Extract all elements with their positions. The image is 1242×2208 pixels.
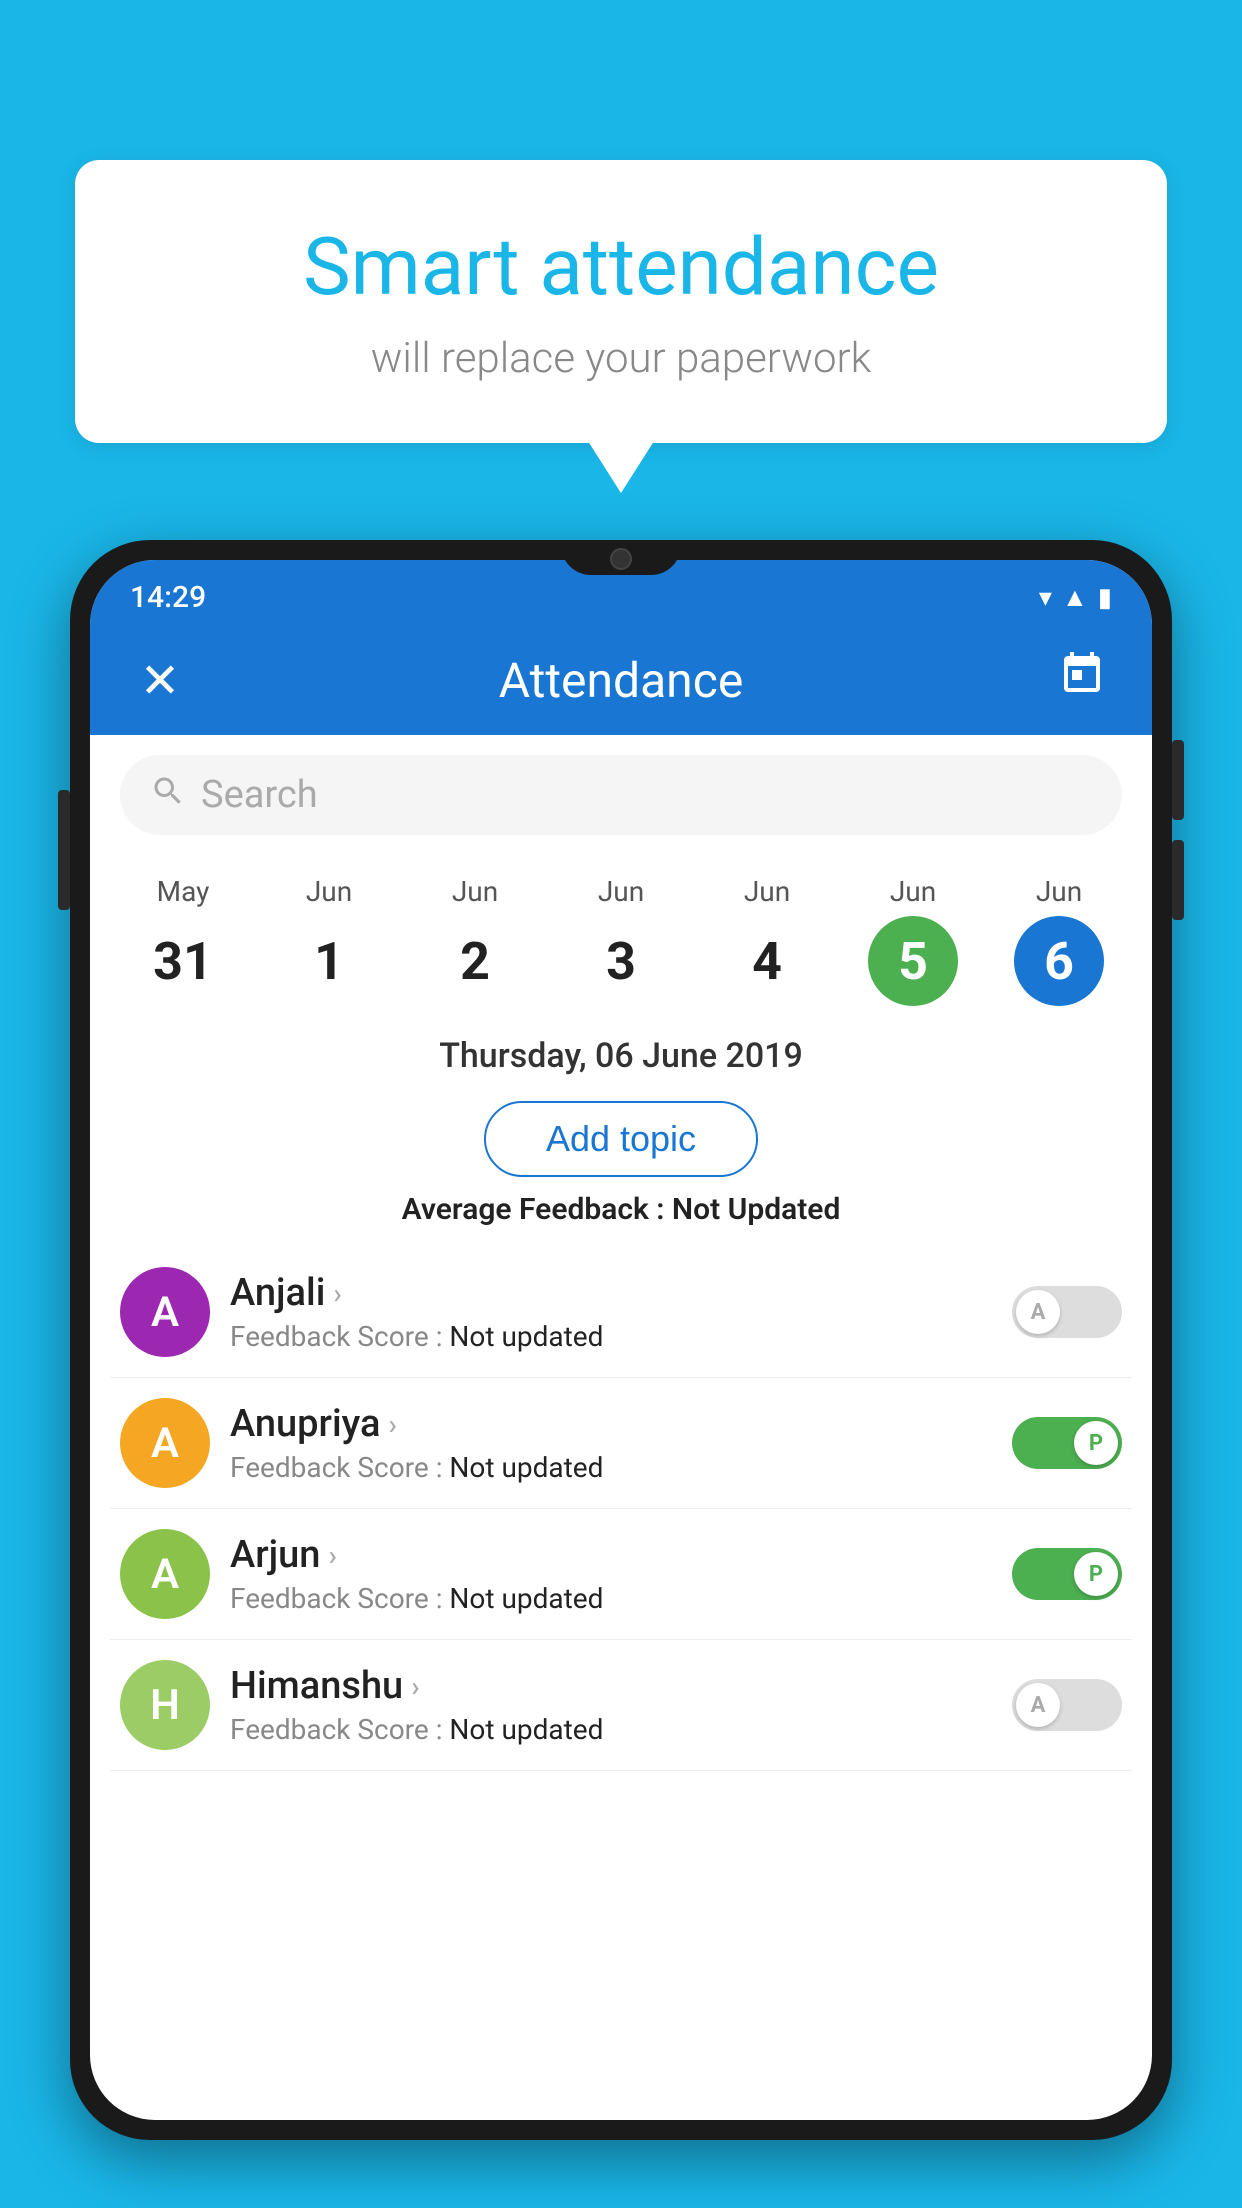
close-icon[interactable]: ✕ xyxy=(130,652,190,709)
phone-notch xyxy=(561,540,681,575)
avatar-arjun: A xyxy=(120,1529,210,1619)
student-info-anupriya: Anupriya › Feedback Score : Not updated xyxy=(230,1402,992,1484)
volume-down-button[interactable] xyxy=(1172,840,1184,920)
chevron-icon: › xyxy=(328,1539,336,1572)
student-info-himanshu: Himanshu › Feedback Score : Not updated xyxy=(230,1664,992,1746)
student-info-arjun: Arjun › Feedback Score : Not updated xyxy=(230,1533,992,1615)
chevron-icon: › xyxy=(388,1408,396,1441)
search-bar[interactable]: Search xyxy=(120,755,1122,835)
calendar-day-jun1[interactable]: Jun 1 xyxy=(284,875,374,1006)
avatar-himanshu: H xyxy=(120,1660,210,1750)
student-feedback-anupriya: Feedback Score : Not updated xyxy=(230,1451,992,1484)
chevron-icon: › xyxy=(411,1670,419,1703)
student-row-anjali[interactable]: A Anjali › Feedback Score : Not updated … xyxy=(110,1247,1132,1378)
phone-outer: 14:29 ▾ ▲ ▮ ✕ Attendance xyxy=(70,540,1172,2140)
student-name-anupriya: Anupriya › xyxy=(230,1402,992,1446)
selected-date-display: Thursday, 06 June 2019 xyxy=(90,1016,1152,1086)
avatar-anupriya: A xyxy=(120,1398,210,1488)
speech-bubble-subtitle: will replace your paperwork xyxy=(155,334,1087,383)
calendar-day-jun6[interactable]: Jun 6 xyxy=(1014,875,1104,1006)
status-icons: ▾ ▲ ▮ xyxy=(1039,582,1112,613)
calendar-strip: May 31 Jun 1 Jun 2 Jun 3 Jun 4 xyxy=(90,855,1152,1016)
volume-up-button[interactable] xyxy=(1172,740,1184,820)
add-topic-button[interactable]: Add topic xyxy=(484,1101,758,1177)
signal-icon: ▲ xyxy=(1062,582,1088,613)
attendance-toggle-himanshu[interactable]: A xyxy=(1012,1679,1122,1731)
attendance-toggle-arjun[interactable]: P xyxy=(1012,1548,1122,1600)
phone-screen: 14:29 ▾ ▲ ▮ ✕ Attendance xyxy=(90,560,1152,2120)
avg-feedback-label: Average Feedback : xyxy=(402,1192,665,1227)
phone-camera xyxy=(610,548,632,570)
attendance-toggle-anupriya[interactable]: P xyxy=(1012,1417,1122,1469)
power-button[interactable] xyxy=(58,790,70,910)
status-time: 14:29 xyxy=(130,580,206,615)
student-name-himanshu: Himanshu › xyxy=(230,1664,992,1708)
speech-bubble: Smart attendance will replace your paper… xyxy=(75,160,1167,443)
average-feedback: Average Feedback : Not Updated xyxy=(90,1192,1152,1227)
search-text: Search xyxy=(201,773,318,817)
student-info-anjali: Anjali › Feedback Score : Not updated xyxy=(230,1271,992,1353)
chevron-icon: › xyxy=(333,1277,341,1310)
calendar-icon[interactable] xyxy=(1052,650,1112,710)
wifi-icon: ▾ xyxy=(1039,583,1052,613)
calendar-day-jun2[interactable]: Jun 2 xyxy=(430,875,520,1006)
avg-feedback-value: Not Updated xyxy=(672,1192,840,1227)
student-name-anjali: Anjali › xyxy=(230,1271,992,1315)
calendar-day-may31[interactable]: May 31 xyxy=(138,875,228,1006)
student-feedback-arjun: Feedback Score : Not updated xyxy=(230,1582,992,1615)
attendance-toggle-anjali[interactable]: A xyxy=(1012,1286,1122,1338)
calendar-day-jun3[interactable]: Jun 3 xyxy=(576,875,666,1006)
calendar-day-jun5[interactable]: Jun 5 xyxy=(868,875,958,1006)
student-feedback-himanshu: Feedback Score : Not updated xyxy=(230,1713,992,1746)
battery-icon: ▮ xyxy=(1098,583,1112,613)
speech-bubble-container: Smart attendance will replace your paper… xyxy=(75,160,1167,443)
phone-wrapper: 14:29 ▾ ▲ ▮ ✕ Attendance xyxy=(70,540,1172,2208)
student-row-himanshu[interactable]: H Himanshu › Feedback Score : Not update… xyxy=(110,1640,1132,1771)
search-icon xyxy=(150,773,186,818)
student-name-arjun: Arjun › xyxy=(230,1533,992,1577)
student-list: A Anjali › Feedback Score : Not updated … xyxy=(90,1247,1152,1771)
student-feedback-anjali: Feedback Score : Not updated xyxy=(230,1320,992,1353)
app-bar-title: Attendance xyxy=(190,652,1052,709)
avatar-anjali: A xyxy=(120,1267,210,1357)
calendar-day-jun4[interactable]: Jun 4 xyxy=(722,875,812,1006)
student-row-arjun[interactable]: A Arjun › Feedback Score : Not updated P xyxy=(110,1509,1132,1640)
app-bar: ✕ Attendance xyxy=(90,625,1152,735)
student-row-anupriya[interactable]: A Anupriya › Feedback Score : Not update… xyxy=(110,1378,1132,1509)
speech-bubble-title: Smart attendance xyxy=(155,220,1087,314)
